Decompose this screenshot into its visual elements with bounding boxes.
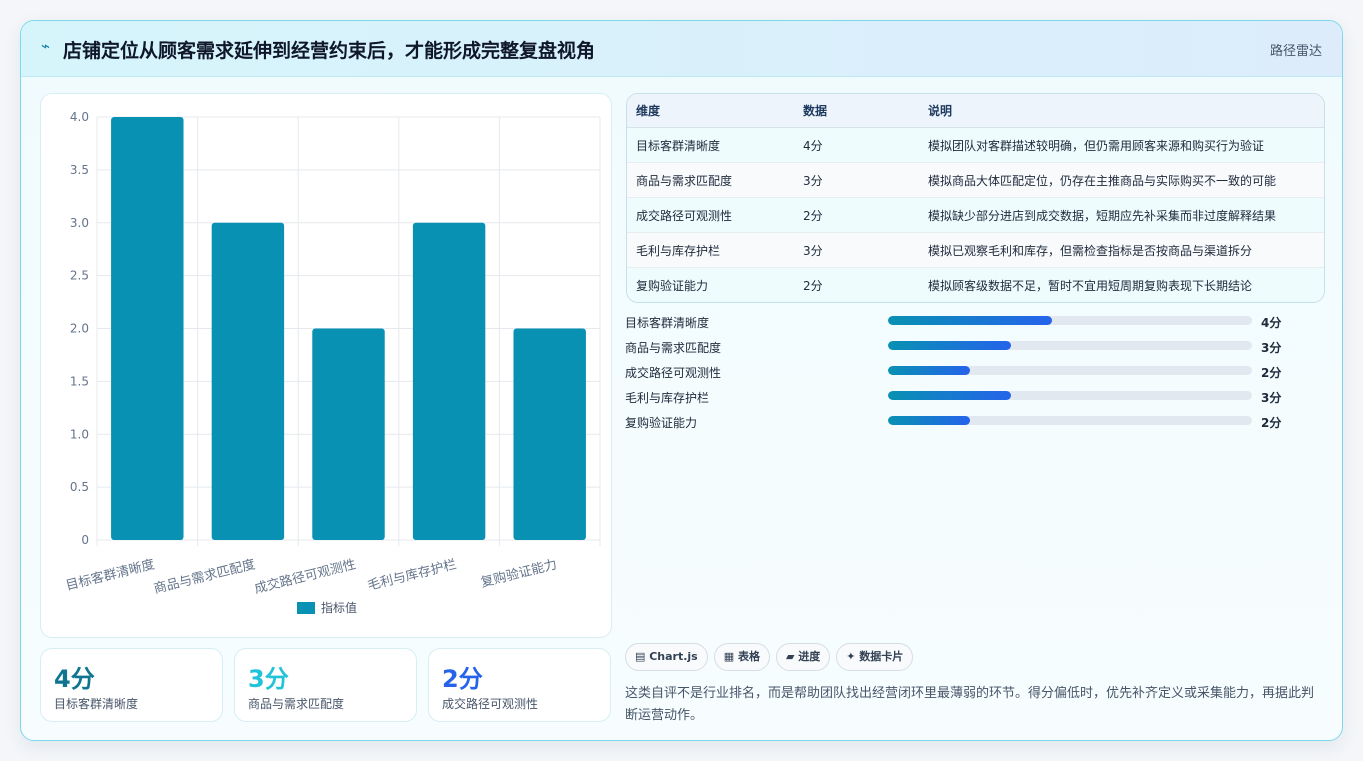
chip-data-cards[interactable]: ✦ 数据卡片	[836, 643, 914, 671]
table-cell: 3分	[794, 162, 919, 198]
y-tick-label: 1.5	[70, 374, 89, 388]
progress-row: 复购验证能力 2分	[625, 411, 1325, 436]
progress-label: 成交路径可观测性	[625, 366, 722, 380]
progress-label: 商品与需求匹配度	[625, 341, 722, 355]
legend-label: 指标值	[321, 600, 357, 615]
table-cell: 毛利与库存护栏	[627, 232, 794, 268]
stat-card: 3分 商品与需求匹配度	[234, 648, 417, 722]
table-cell: 2分	[794, 267, 919, 302]
table-cell: 2分	[794, 197, 919, 233]
table-cell: 商品与需求匹配度	[627, 162, 794, 198]
table-cell: 复购验证能力	[627, 267, 794, 302]
y-tick-label: 3.5	[70, 163, 89, 177]
table-row: 成交路径可观测性 2分 模拟缺少部分进店到成交数据，短期应先补采集而非过度解释结…	[627, 197, 1324, 233]
progress-track	[888, 316, 1252, 325]
table-cell: 模拟已观察毛利和库存，但需检查指标是否按商品与渠道拆分	[919, 232, 1324, 268]
x-tick-label: 毛利与库存护栏	[366, 556, 458, 594]
progress-fill	[888, 341, 1011, 350]
y-tick-label: 3.0	[70, 216, 89, 230]
stat-label: 商品与需求匹配度	[248, 697, 345, 711]
table-row: 商品与需求匹配度 3分 模拟商品大体匹配定位，仍存在主推商品与实际购买不一致的可…	[627, 162, 1324, 198]
table-header-row: 维度 数据 说明	[627, 94, 1324, 128]
header: ⌁ 店铺定位从顾客需求延伸到经营约束后，才能形成完整复盘视角 路径雷达	[21, 21, 1342, 77]
bar	[412, 222, 486, 540]
bar	[513, 328, 586, 540]
bar-chart-svg: 0 0.5 1.0 1.5 2.0 2.5 3.0 3.5 4.0 目标客群清晰度商品与需求匹配度…	[64, 110, 601, 615]
table-cell: 模拟顾客级数据不足，暂时不宜用短周期复购表现下长期结论	[919, 267, 1324, 302]
tech-chips: ▤ Chart.js ▦ 表格 ▰ 进度 ✦ 数据卡片	[625, 643, 919, 671]
chip-table[interactable]: ▦ 表格	[713, 643, 770, 671]
progress-value: 4分	[1261, 316, 1282, 330]
stat-value: 3分	[248, 665, 289, 693]
table-row: 目标客群清晰度 4分 模拟团队对客群描述较明确，但仍需用顾客来源和购买行为验证	[627, 127, 1324, 163]
page-title: 店铺定位从顾客需求延伸到经营约束后，才能形成完整复盘视角	[63, 40, 596, 62]
legend-swatch	[297, 602, 315, 614]
data-table: 维度 数据 说明 目标客群清晰度 4分 模拟团队对客群描述较明确，但仍需用顾客来…	[626, 93, 1325, 303]
table-header: 说明	[919, 94, 1324, 128]
bar	[111, 117, 184, 540]
y-tick-label: 4.0	[70, 110, 89, 124]
table-row: 复购验证能力 2分 模拟顾客级数据不足，暂时不宜用短周期复购表现下长期结论	[627, 267, 1324, 302]
progress-row: 目标客群清晰度 4分	[625, 311, 1325, 336]
progress-track	[888, 391, 1252, 400]
table-header: 维度	[627, 94, 794, 128]
x-tick-label: 复购验证能力	[479, 556, 559, 590]
chip-chartjs[interactable]: ▤ Chart.js	[625, 643, 708, 671]
y-tick-label: 0	[81, 533, 89, 547]
stat-value: 2分	[442, 665, 483, 693]
progress-value: 2分	[1261, 366, 1282, 380]
table-cell: 目标客群清晰度	[627, 127, 794, 163]
progress-track	[888, 416, 1252, 425]
progress-value: 3分	[1261, 341, 1282, 355]
progress-row: 成交路径可观测性 2分	[625, 361, 1325, 386]
bar	[211, 222, 285, 540]
table-cell: 成交路径可观测性	[627, 197, 794, 233]
x-tick-label: 商品与需求匹配度	[152, 556, 257, 597]
progress-track	[888, 341, 1252, 350]
stat-card: 4分 目标客群清晰度	[40, 648, 223, 722]
bolt-icon: ⌁	[41, 37, 51, 55]
table-row: 毛利与库存护栏 3分 模拟已观察毛利和库存，但需检查指标是否按商品与渠道拆分	[627, 232, 1324, 268]
progress-list: 目标客群清晰度 4分 商品与需求匹配度 3分 成交路径可观测性 2分 毛利与库存…	[625, 311, 1325, 436]
stat-cards: 4分 目标客群清晰度 3分 商品与需求匹配度 2分 成交路径可观测性	[40, 648, 612, 722]
stat-card: 2分 成交路径可观测性	[428, 648, 611, 722]
table-header: 数据	[794, 94, 919, 128]
bar-chart: 0 0.5 1.0 1.5 2.0 2.5 3.0 3.5 4.0 目标客群清晰度 商品与需求匹配度…	[40, 93, 612, 638]
progress-label: 目标客群清晰度	[625, 316, 710, 330]
footnote: 这类自评不是行业排名，而是帮助团队找出经营闭环里最薄弱的环节。得分偏低时，优先补…	[625, 686, 1315, 723]
y-tick-label: 1.0	[70, 427, 89, 441]
progress-fill	[888, 416, 970, 425]
progress-fill	[888, 366, 970, 375]
table-cell: 模拟团队对客群描述较明确，但仍需用顾客来源和购买行为验证	[919, 127, 1324, 163]
header-tag: 路径雷达	[1269, 44, 1322, 59]
table-cell: 3分	[794, 232, 919, 268]
table-cell: 模拟商品大体匹配定位，仍存在主推商品与实际购买不一致的可能	[919, 162, 1324, 198]
progress-label: 毛利与库存护栏	[625, 391, 710, 405]
x-tick-label: 目标客群清晰度	[64, 556, 156, 594]
progress-value: 2分	[1261, 416, 1282, 430]
chip-progress[interactable]: ▰ 进度	[775, 643, 831, 671]
progress-row: 毛利与库存护栏 3分	[625, 386, 1325, 411]
y-tick-label: 2.0	[70, 322, 89, 336]
table-cell: 4分	[794, 127, 919, 163]
dashboard-card: ⌁ 店铺定位从顾客需求延伸到经营约束后，才能形成完整复盘视角 路径雷达 0 0.5…	[20, 20, 1343, 741]
stat-label: 成交路径可观测性	[442, 697, 539, 711]
progress-fill	[888, 391, 1011, 400]
progress-fill	[888, 316, 1052, 325]
progress-row: 商品与需求匹配度 3分	[625, 336, 1325, 361]
y-tick-label: 2.5	[70, 269, 89, 283]
stat-value: 4分	[54, 665, 95, 693]
progress-value: 3分	[1261, 391, 1282, 405]
table-cell: 模拟缺少部分进店到成交数据，短期应先补采集而非过度解释结果	[919, 197, 1324, 233]
progress-track	[888, 366, 1252, 375]
y-tick-label: 0.5	[70, 480, 89, 494]
progress-label: 复购验证能力	[625, 416, 698, 430]
bar	[312, 328, 385, 540]
x-tick-label: 成交路径可观测性	[253, 556, 358, 597]
stat-label: 目标客群清晰度	[54, 697, 139, 711]
